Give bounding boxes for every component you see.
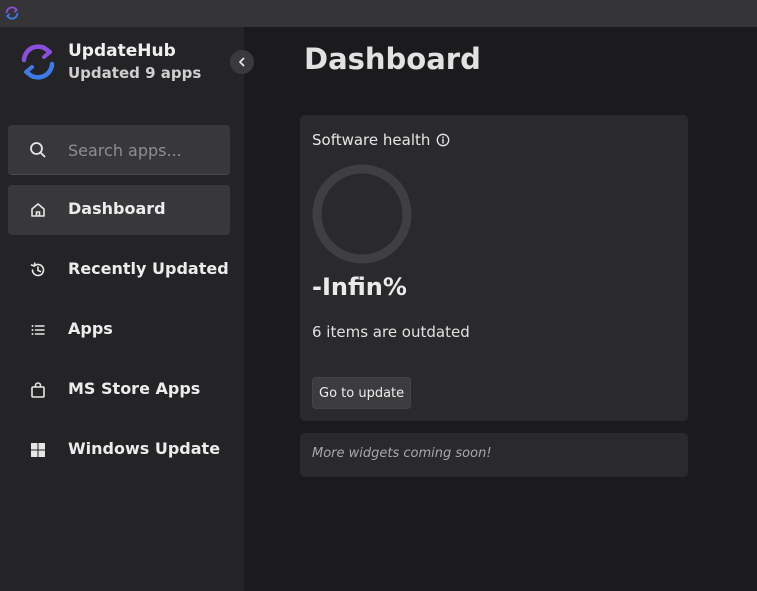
app-name: UpdateHub xyxy=(68,41,176,61)
sidebar-item-label: Windows Update xyxy=(68,439,221,458)
sidebar-item-dashboard[interactable]: Dashboard xyxy=(8,185,230,235)
go-to-update-button[interactable]: Go to update xyxy=(312,377,412,409)
sidebar-item-label: Recently Updated xyxy=(68,259,229,278)
list-icon xyxy=(31,325,45,335)
card-title-text: Software health xyxy=(312,131,431,149)
sidebar-item-label: MS Store Apps xyxy=(68,379,201,398)
title-bar xyxy=(0,0,757,27)
search-icon xyxy=(30,142,46,158)
sidebar-item-label: Dashboard xyxy=(68,199,166,218)
sidebar-item-label: Apps xyxy=(68,319,113,338)
search-box[interactable] xyxy=(8,125,230,175)
collapse-sidebar-button[interactable] xyxy=(230,50,254,74)
home-icon xyxy=(31,203,45,217)
health-percent: -Infin% xyxy=(312,273,407,301)
update-status: Updated 9 apps xyxy=(68,64,202,82)
sidebar-item-apps[interactable]: Apps xyxy=(8,305,230,355)
sync-icon xyxy=(21,44,55,80)
sidebar-item-ms-store-apps[interactable]: MS Store Apps xyxy=(8,365,230,415)
software-health-card: Software health -Infin% 6 items are outd… xyxy=(300,115,688,421)
sidebar: UpdateHub Updated 9 apps Dashboard Recen… xyxy=(0,27,254,591)
more-widgets-card: More widgets coming soon! xyxy=(300,433,688,477)
outdated-count-text: 6 items are outdated xyxy=(312,323,470,341)
shopping-bag-icon xyxy=(31,382,45,398)
info-icon[interactable] xyxy=(436,133,450,147)
card-title: Software health xyxy=(312,131,450,149)
page-title: Dashboard xyxy=(304,42,481,76)
history-icon xyxy=(30,262,45,277)
sidebar-item-windows-update[interactable]: Windows Update xyxy=(8,425,230,475)
sidebar-item-recently-updated[interactable]: Recently Updated xyxy=(8,245,230,295)
sync-icon xyxy=(5,6,19,20)
health-progress-ring xyxy=(312,164,412,264)
more-widgets-text: More widgets coming soon! xyxy=(312,446,492,461)
chevron-left-icon xyxy=(239,57,245,67)
windows-icon xyxy=(31,443,45,457)
search-input[interactable] xyxy=(68,125,223,175)
